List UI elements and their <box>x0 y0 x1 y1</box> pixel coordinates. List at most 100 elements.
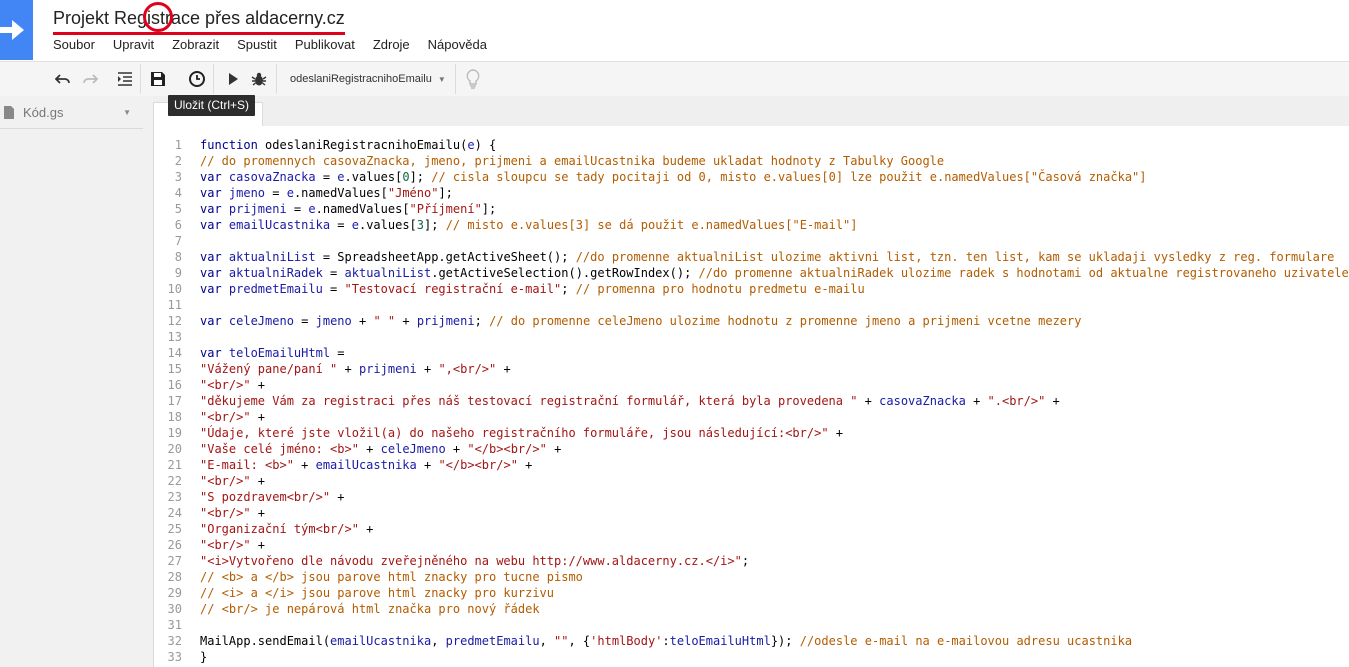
redo-button[interactable] <box>77 66 103 92</box>
code-line[interactable]: 11 <box>154 297 1349 313</box>
code-token: // misto e.values[3] se dá použit e.name… <box>445 218 858 232</box>
chevron-down-icon[interactable]: ▼ <box>123 108 131 117</box>
code-text: var emailUcastnika = e.values[3]; // mis… <box>200 217 858 233</box>
code-token: + <box>250 506 266 520</box>
code-line[interactable]: 23 "S pozdravem<br/>" + <box>154 489 1349 505</box>
code-token: e <box>308 202 316 216</box>
apps-script-logo[interactable] <box>0 0 33 60</box>
code-token: "Organizační tým<br/>" <box>200 522 359 536</box>
code-line[interactable]: 13 <box>154 329 1349 345</box>
file-icon <box>4 105 14 119</box>
file-item-kod-gs[interactable]: Kód.gs ▼ <box>0 101 143 123</box>
code-line[interactable]: 33} <box>154 649 1349 665</box>
code-token: = <box>315 170 338 184</box>
line-number: 9 <box>174 266 182 280</box>
code-token: , { <box>568 634 591 648</box>
menu-resources[interactable]: Zdroje <box>373 37 410 55</box>
code-token: } <box>200 650 208 664</box>
code-line[interactable]: 2 // do promennych casovaZnacka, jmeno, p… <box>154 153 1349 169</box>
code-line[interactable]: 18 "<br/>" + <box>154 409 1349 425</box>
code-line[interactable]: 3 var casovaZnacka = e.values[0]; // cisl… <box>154 169 1349 185</box>
code-line[interactable]: 20 "Vaše celé jméno: <b>" + celeJmeno + "… <box>154 441 1349 457</box>
code-lines: 1 function odeslaniRegistracnihoEmailu(e)… <box>154 137 1349 665</box>
save-button[interactable] <box>145 66 171 92</box>
indent-icon <box>118 72 132 86</box>
code-line[interactable]: 1 function odeslaniRegistracnihoEmailu(e)… <box>154 137 1349 153</box>
menu-publish[interactable]: Publikovat <box>295 37 355 55</box>
line-number: 18 <box>167 410 182 424</box>
sidebar-divider <box>0 128 143 129</box>
code-editor[interactable]: 1 function odeslaniRegistracnihoEmailu(e)… <box>153 126 1349 667</box>
code-line[interactable]: 28 // <b> a </b> jsou parove html znacky … <box>154 569 1349 585</box>
code-token: "<br/>" <box>200 538 251 552</box>
code-line[interactable]: 26 "<br/>" + <box>154 537 1349 553</box>
code-line[interactable]: 8 var aktualniList = SpreadsheetApp.getAc… <box>154 249 1349 265</box>
code-token: predmetEmailu <box>228 282 323 296</box>
triggers-button[interactable] <box>184 66 210 92</box>
execution-hints-button[interactable] <box>460 66 486 92</box>
code-line[interactable]: 6 var emailUcastnika = e.values[3]; // mi… <box>154 217 1349 233</box>
code-token: var <box>200 282 229 296</box>
code-token: ]; <box>481 202 497 216</box>
code-line[interactable]: 27 "<i>Vytvořeno dle návodu zveřejněného … <box>154 553 1349 569</box>
code-line[interactable]: 22 "<br/>" + <box>154 473 1349 489</box>
code-line[interactable]: 29 // <i> a </i> jsou parove html znacky … <box>154 585 1349 601</box>
menu-edit[interactable]: Upravit <box>113 37 154 55</box>
toolbar: odeslaniRegistracnihoEmailu ▼ <box>0 61 1349 97</box>
code-text: "děkujeme Vám za registraci přes náš tes… <box>200 393 1060 409</box>
line-number: 27 <box>167 554 182 568</box>
code-line[interactable]: 5 var prijmeni = e.namedValues["Příjmení"… <box>154 201 1349 217</box>
menu-file[interactable]: Soubor <box>53 37 95 55</box>
code-line[interactable]: 7 <box>154 233 1349 249</box>
code-token: var <box>200 314 229 328</box>
code-line[interactable]: 25 "Organizační tým<br/>" + <box>154 521 1349 537</box>
arrow-right-icon <box>0 20 24 40</box>
code-line[interactable]: 19 "Údaje, které jste vložil(a) do našeho… <box>154 425 1349 441</box>
code-line[interactable]: 24 "<br/>" + <box>154 505 1349 521</box>
code-line[interactable]: 9 var aktualniRadek = aktualniList.getAct… <box>154 265 1349 281</box>
menu-run[interactable]: Spustit <box>237 37 277 55</box>
project-title[interactable]: Projekt Registrace přes aldacerny.cz <box>53 6 345 35</box>
code-line[interactable]: 31 <box>154 617 1349 633</box>
code-token: + <box>965 394 988 408</box>
code-token: = <box>293 314 316 328</box>
code-token: + <box>250 378 266 392</box>
run-button[interactable] <box>220 66 246 92</box>
toolbar-separator <box>455 64 456 94</box>
line-number: 22 <box>167 474 182 488</box>
line-number: 6 <box>174 218 182 232</box>
code-text: "<br/>" + <box>200 505 265 521</box>
code-line[interactable]: 17 "děkujeme Vám za registraci přes náš t… <box>154 393 1349 409</box>
code-line[interactable]: 30 // <br/> je nepárová html značka pro n… <box>154 601 1349 617</box>
code-line[interactable]: 21 "E-mail: <b>" + emailUcastnika + "</b>… <box>154 457 1349 473</box>
indent-button[interactable] <box>112 66 138 92</box>
code-line[interactable]: 12 var celeJmeno = jmeno + " " + prijmeni… <box>154 313 1349 329</box>
code-line[interactable]: 4 var jmeno = e.namedValues["Jméno"]; <box>154 185 1349 201</box>
code-line[interactable]: 32 MailApp.sendEmail(emailUcastnika, pred… <box>154 633 1349 649</box>
code-token: , <box>539 634 555 648</box>
menu-help[interactable]: Nápověda <box>428 37 487 55</box>
line-number: 19 <box>167 426 182 440</box>
code-text: "Údaje, které jste vložil(a) do našeho r… <box>200 425 843 441</box>
function-select[interactable]: odeslaniRegistracnihoEmailu ▼ <box>280 66 456 92</box>
code-token: e <box>467 138 475 152</box>
line-number: 25 <box>167 522 182 536</box>
code-text: } <box>200 649 207 665</box>
code-token: jmeno <box>228 186 266 200</box>
code-line[interactable]: 14 var teloEmailuHtml = <box>154 345 1349 361</box>
code-token: = <box>330 346 345 360</box>
line-number: 20 <box>167 442 182 456</box>
code-line[interactable]: 10 var predmetEmailu = "Testovací registr… <box>154 281 1349 297</box>
code-line[interactable]: 16 "<br/>" + <box>154 377 1349 393</box>
code-token: emailUcastnika <box>315 458 417 472</box>
line-number: 21 <box>167 458 182 472</box>
code-token: "</b><br/>" <box>438 458 518 472</box>
code-text: // <i> a </i> jsou parove html znacky pr… <box>200 585 554 601</box>
undo-button[interactable] <box>50 66 76 92</box>
menu-view[interactable]: Zobrazit <box>172 37 219 55</box>
debug-button[interactable] <box>246 66 272 92</box>
code-text: // do promennych casovaZnacka, jmeno, pr… <box>200 153 944 169</box>
code-token: "<br/>" <box>200 410 251 424</box>
code-line[interactable]: 15 "Vážený pane/paní " + prijmeni + ",<br… <box>154 361 1349 377</box>
code-token: "<br/>" <box>200 474 251 488</box>
